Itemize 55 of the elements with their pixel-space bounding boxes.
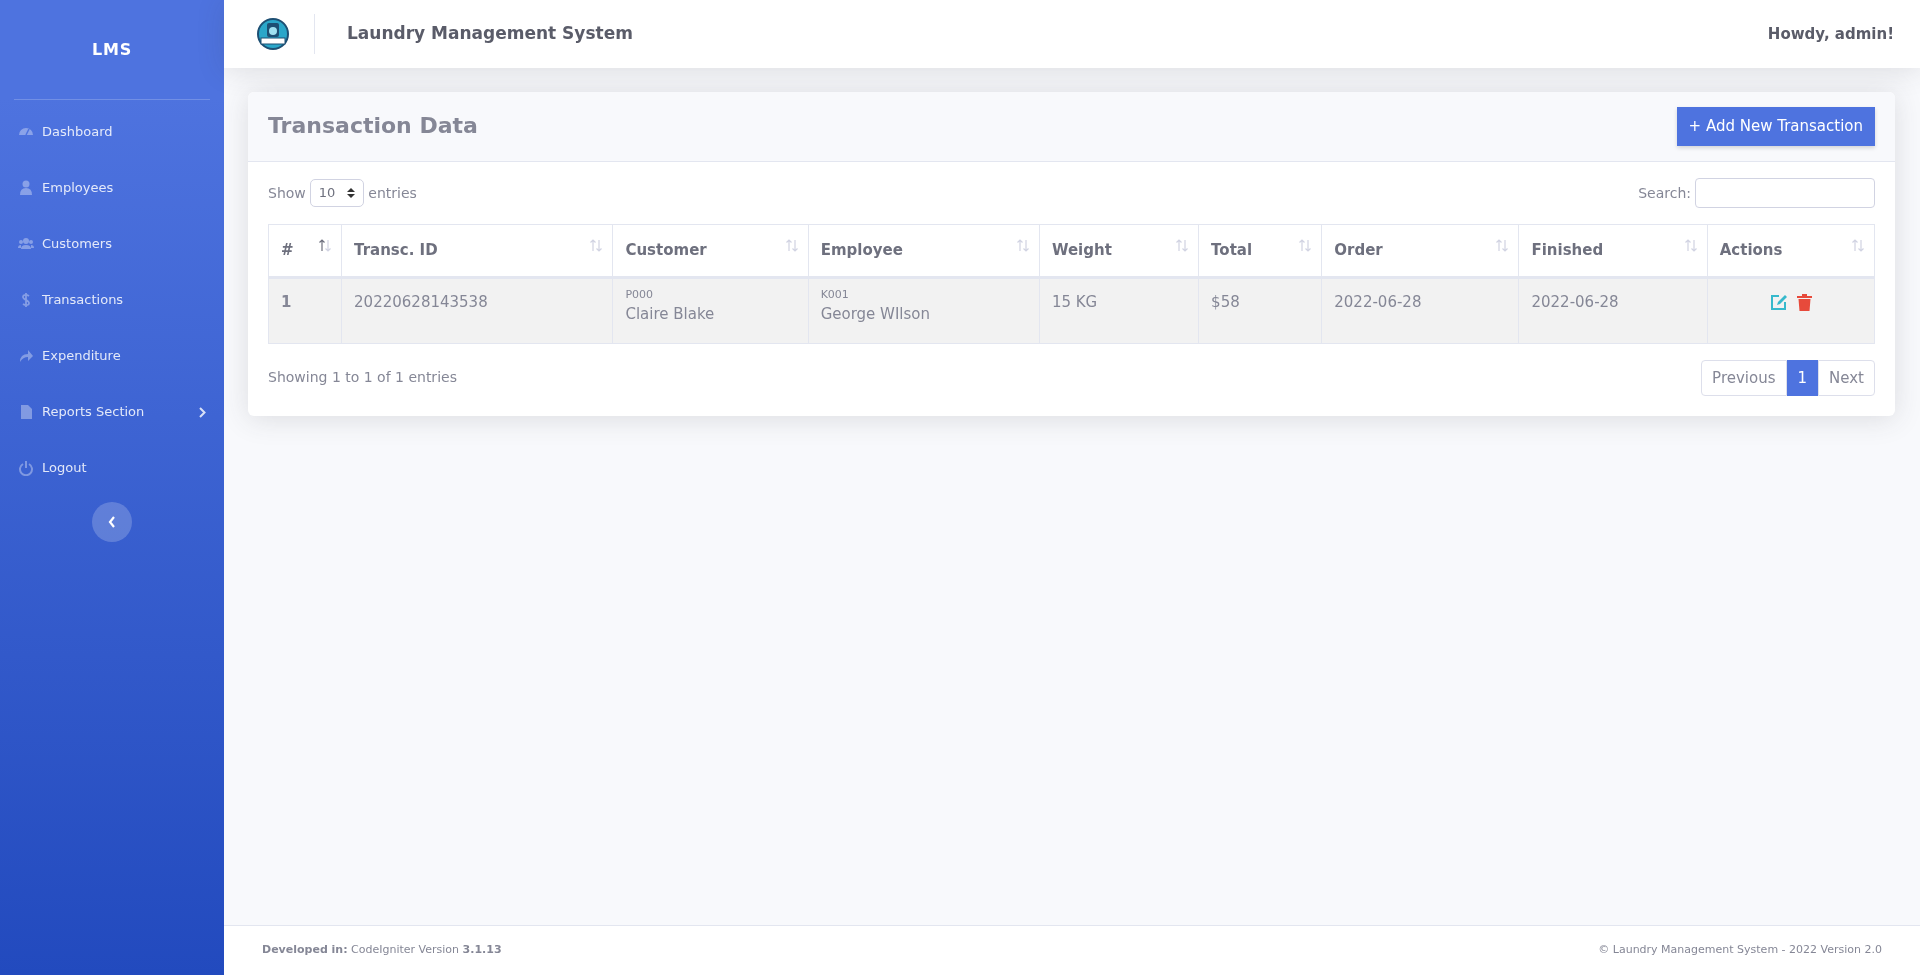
- search-label: Search:: [1638, 183, 1691, 203]
- sidebar-item[interactable]: Reports Section: [0, 384, 224, 440]
- finished-date: 2022-06-28: [1531, 292, 1619, 311]
- weight-value: 15 KG: [1051, 292, 1098, 311]
- sort-caret-icon: [347, 187, 356, 199]
- app-title: Laundry Management System: [314, 14, 633, 54]
- column-header[interactable]: Transc. ID: [354, 241, 438, 259]
- sidebar-item[interactable]: Customers: [0, 216, 224, 272]
- trash-icon[interactable]: [1796, 293, 1812, 311]
- add-transaction-button[interactable]: + Add New Transaction: [1676, 107, 1875, 146]
- row-number: 1: [281, 292, 292, 311]
- entries-select[interactable]: 10: [309, 179, 365, 207]
- user-icon: [18, 180, 34, 196]
- sidebar-item[interactable]: Dashboard: [0, 104, 224, 160]
- customer-code: P000: [625, 286, 655, 303]
- pagination-link[interactable]: 1: [1786, 359, 1819, 396]
- sidebar-item[interactable]: Expenditure: [0, 328, 224, 384]
- order-date: 2022-06-28: [1334, 292, 1422, 311]
- column-header[interactable]: Order: [1334, 241, 1383, 259]
- column-header[interactable]: Total: [1211, 241, 1253, 259]
- logo-icon: [256, 17, 290, 51]
- sidebar-item[interactable]: Transactions: [0, 272, 224, 328]
- pagination-link[interactable]: Next: [1818, 359, 1875, 396]
- employee-name: George WIlson: [820, 305, 930, 323]
- sidebar-item[interactable]: Employees: [0, 160, 224, 216]
- entries-info: Showing 1 to 1 of 1 entries: [268, 368, 457, 388]
- footer-credit: Developed in: CodeIgniter Version 3.1.13: [262, 942, 502, 959]
- chevron-left-icon: [108, 516, 116, 528]
- chevron-right-icon: [199, 406, 206, 418]
- edit-icon[interactable]: [1769, 293, 1789, 311]
- column-header[interactable]: Weight: [1051, 241, 1112, 259]
- card-title: Transaction Data: [268, 113, 478, 140]
- transaction-id: 20220628143538: [354, 292, 488, 311]
- sort-arrows-icon[interactable]: [319, 239, 332, 252]
- search-field[interactable]: [1695, 178, 1875, 208]
- greeting-text: Howdy, admin!: [1767, 23, 1894, 45]
- customer-name: Claire Blake: [625, 305, 715, 323]
- sidebar-item[interactable]: Logout: [0, 440, 224, 496]
- employee-code: K001: [820, 286, 850, 303]
- sidebar-brand[interactable]: LMS: [14, 0, 210, 100]
- show-label: Show: [268, 183, 306, 203]
- footer-copyright: © Laundry Management System - 2022 Version 2.0: [1598, 942, 1882, 959]
- sidebar-toggle-button[interactable]: [92, 502, 132, 542]
- users-icon: [18, 236, 34, 252]
- entries-label: entries: [368, 183, 417, 203]
- share-arrow-icon: [18, 348, 34, 364]
- column-header[interactable]: Finished: [1531, 241, 1604, 259]
- column-header[interactable]: Customer: [625, 241, 707, 259]
- power-icon: [18, 460, 34, 476]
- column-header[interactable]: Actions: [1719, 241, 1783, 259]
- pagination-link[interactable]: Previous: [1701, 359, 1787, 396]
- total-amount: $58: [1211, 292, 1240, 311]
- document-icon: [18, 404, 34, 420]
- column-header[interactable]: #: [281, 241, 294, 259]
- column-header[interactable]: Employee: [820, 241, 903, 259]
